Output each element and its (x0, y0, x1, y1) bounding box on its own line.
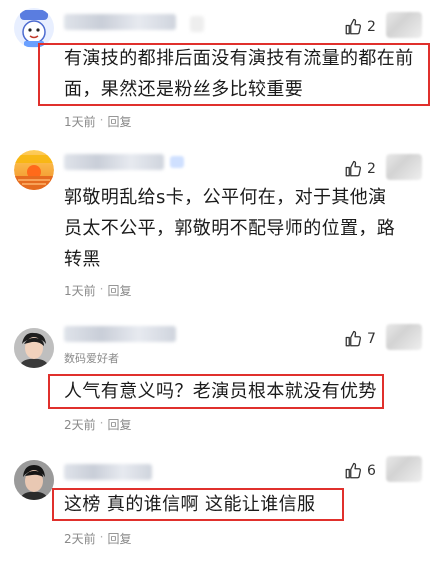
comment-text: 郭敬明乱给s卡，公平何在，对于其他演员太不公平，郭敬明不配导师的位置，路转黑 (64, 187, 396, 270)
comment-meta: 1天前 · 回复 (64, 113, 132, 130)
reply-button[interactable]: 回复 (107, 416, 131, 433)
cartoon-avatar-icon (14, 8, 54, 48)
reply-button[interactable]: 回复 (107, 530, 131, 547)
comment-time: 2天前 (64, 418, 96, 432)
avatar[interactable] (14, 8, 54, 48)
comment-meta: 2天前 · 回复 (64, 416, 132, 433)
thumbs-up-icon (345, 160, 362, 177)
like-count: 2 (367, 161, 376, 177)
user-badge (170, 156, 184, 168)
reply-button[interactable]: 回复 (107, 282, 131, 299)
comment-item: 6 这榜 真的谁信啊 这能让谁信服 2天前 · 回复 (0, 450, 434, 566)
comment-item: 2 郭敬明乱给s卡，公平何在，对于其他演员太不公平，郭敬明不配导师的位置，路转黑… (0, 140, 434, 310)
username[interactable] (64, 326, 176, 342)
like-button[interactable]: 2 (344, 18, 376, 36)
avatar[interactable] (14, 460, 54, 500)
like-button[interactable]: 7 (344, 330, 376, 348)
like-count: 6 (367, 463, 376, 479)
portrait-avatar-icon (14, 460, 54, 500)
comment-text: 有演技的都排后面没有演技有流量的都在前面，果然还是粉丝多比较重要 (64, 48, 414, 100)
comment-text: 这榜 真的谁信啊 这能让谁信服 (64, 494, 316, 515)
more-actions[interactable] (386, 456, 422, 482)
user-badge: 数码爱好者 (64, 352, 119, 365)
more-actions[interactable] (386, 324, 422, 350)
thumbs-up-icon (345, 330, 362, 347)
comment-text: 人气有意义吗？老演员根本就没有优势 (64, 381, 377, 402)
thumbs-up-icon (345, 462, 362, 479)
more-actions[interactable] (386, 154, 422, 180)
comment-item: 2 有演技的都排后面没有演技有流量的都在前面，果然还是粉丝多比较重要 1天前 ·… (0, 0, 434, 140)
comment-time: 2天前 (64, 532, 96, 546)
avatar[interactable] (14, 328, 54, 368)
comment-meta: 2天前 · 回复 (64, 530, 132, 547)
more-actions[interactable] (386, 12, 422, 38)
reply-button[interactable]: 回复 (107, 113, 131, 130)
avatar[interactable] (14, 150, 54, 190)
username[interactable] (64, 154, 164, 170)
comment-time: 1天前 (64, 115, 96, 129)
like-button[interactable]: 2 (344, 160, 376, 178)
thumbs-up-icon (345, 18, 362, 35)
username[interactable] (64, 464, 152, 480)
comment-item: 数码爱好者 7 人气有意义吗？老演员根本就没有优势 2天前 · 回复 (0, 318, 434, 448)
username[interactable] (64, 14, 176, 30)
like-button[interactable]: 6 (344, 462, 376, 480)
like-count: 7 (367, 331, 376, 347)
like-count: 2 (367, 19, 376, 35)
sunset-avatar-icon (14, 150, 54, 190)
user-badge (190, 16, 204, 32)
comment-meta: 1天前 · 回复 (64, 282, 132, 299)
comment-time: 1天前 (64, 284, 96, 298)
portrait-avatar-icon (14, 328, 54, 368)
